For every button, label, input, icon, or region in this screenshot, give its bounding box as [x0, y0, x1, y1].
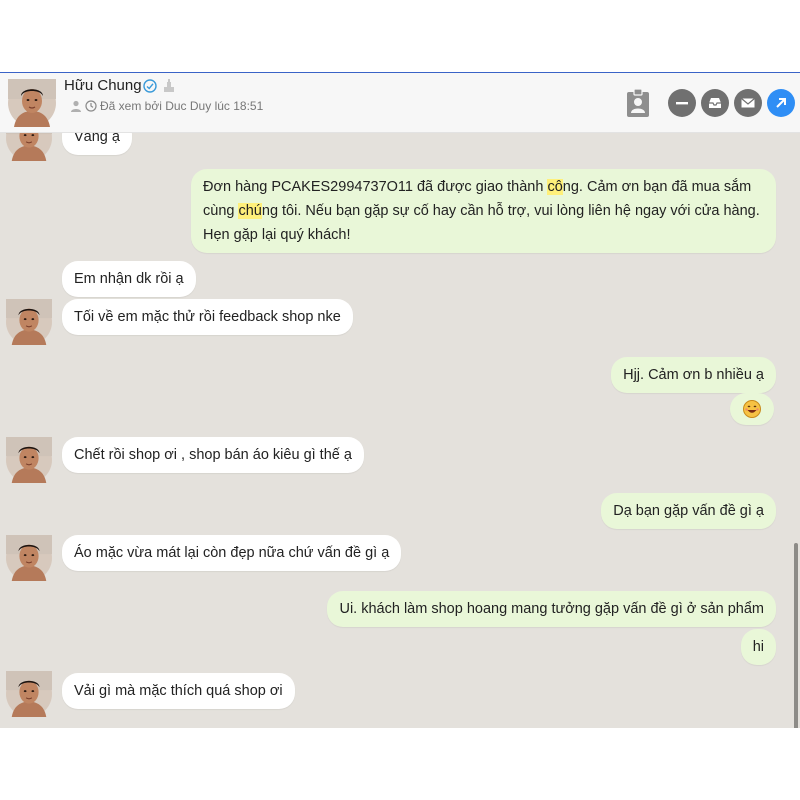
minimize-button[interactable] — [668, 89, 696, 117]
highlighted-text: chú — [238, 203, 262, 219]
graduation-icon — [164, 79, 174, 92]
message-bubble-incoming: Vâng ạ — [62, 133, 132, 155]
message-list[interactable]: Vâng ạ Đơn hàng PCAKES2994737O11 đã được… — [0, 133, 800, 728]
seen-text: Đã xem bởi Duc Duy lúc 18:51 — [100, 99, 264, 113]
minimize-icon — [676, 102, 688, 105]
popout-button[interactable] — [767, 89, 795, 117]
mail-icon — [741, 98, 755, 108]
seen-status: Đã xem bởi Duc Duy lúc 18:51 — [70, 99, 263, 113]
message-text-part: Đơn hàng PCAKES2994737O11 đã được giao t… — [203, 179, 548, 195]
contact-avatar[interactable] — [8, 79, 56, 127]
message-bubble-incoming: Em nhận dk rồi ạ — [62, 261, 196, 297]
message-bubble-outgoing — [730, 393, 774, 425]
verified-badge-icon — [143, 79, 157, 93]
highlighted-text: cô — [547, 179, 563, 195]
customer-avatar[interactable] — [6, 437, 52, 483]
inbox-icon — [709, 98, 721, 108]
clock-icon — [85, 100, 97, 112]
customer-avatar[interactable] — [6, 299, 52, 345]
message-bubble-outgoing: Dạ bạn gặp vấn đề gì ạ — [601, 493, 776, 529]
user-icon — [71, 100, 81, 112]
message-bubble-incoming: Tối về em mặc thử rồi feedback shop nke — [62, 299, 353, 335]
message-bubble-incoming: Vải gì mà mặc thích quá shop ơi — [62, 673, 295, 709]
message-bubble-outgoing: Đơn hàng PCAKES2994737O11 đã được giao t… — [191, 169, 776, 253]
chat-window: Hữu Chung Đã xem bởi Duc Duy lúc 18:51 V… — [0, 72, 800, 728]
mail-button[interactable] — [734, 89, 762, 117]
message-text-part: ng tôi. Nếu bạn gặp sự cố hay cần hỗ trợ… — [203, 203, 760, 243]
message-bubble-outgoing: Hjj. Cảm ơn b nhiều ạ — [611, 357, 776, 393]
message-bubble-outgoing: Ui. khách làm shop hoang mang tưởng gặp … — [327, 591, 776, 627]
customer-avatar[interactable] — [6, 671, 52, 717]
contact-card-icon[interactable] — [622, 87, 654, 119]
chat-header: Hữu Chung Đã xem bởi Duc Duy lúc 18:51 — [0, 73, 800, 133]
customer-avatar[interactable] — [6, 535, 52, 581]
message-bubble-incoming: Chết rồi shop ơi , shop bán áo kiêu gì t… — [62, 437, 364, 473]
smiling-face-emoji — [743, 400, 761, 418]
scrollbar[interactable] — [794, 543, 798, 728]
contact-name[interactable]: Hữu Chung — [64, 77, 142, 94]
inbox-button[interactable] — [701, 89, 729, 117]
popout-icon — [776, 98, 786, 108]
message-bubble-incoming: Áo mặc vừa mát lại còn đẹp nữa chứ vấn đ… — [62, 535, 402, 571]
message-bubble-outgoing: hi — [740, 629, 776, 665]
customer-avatar[interactable] — [6, 133, 52, 161]
